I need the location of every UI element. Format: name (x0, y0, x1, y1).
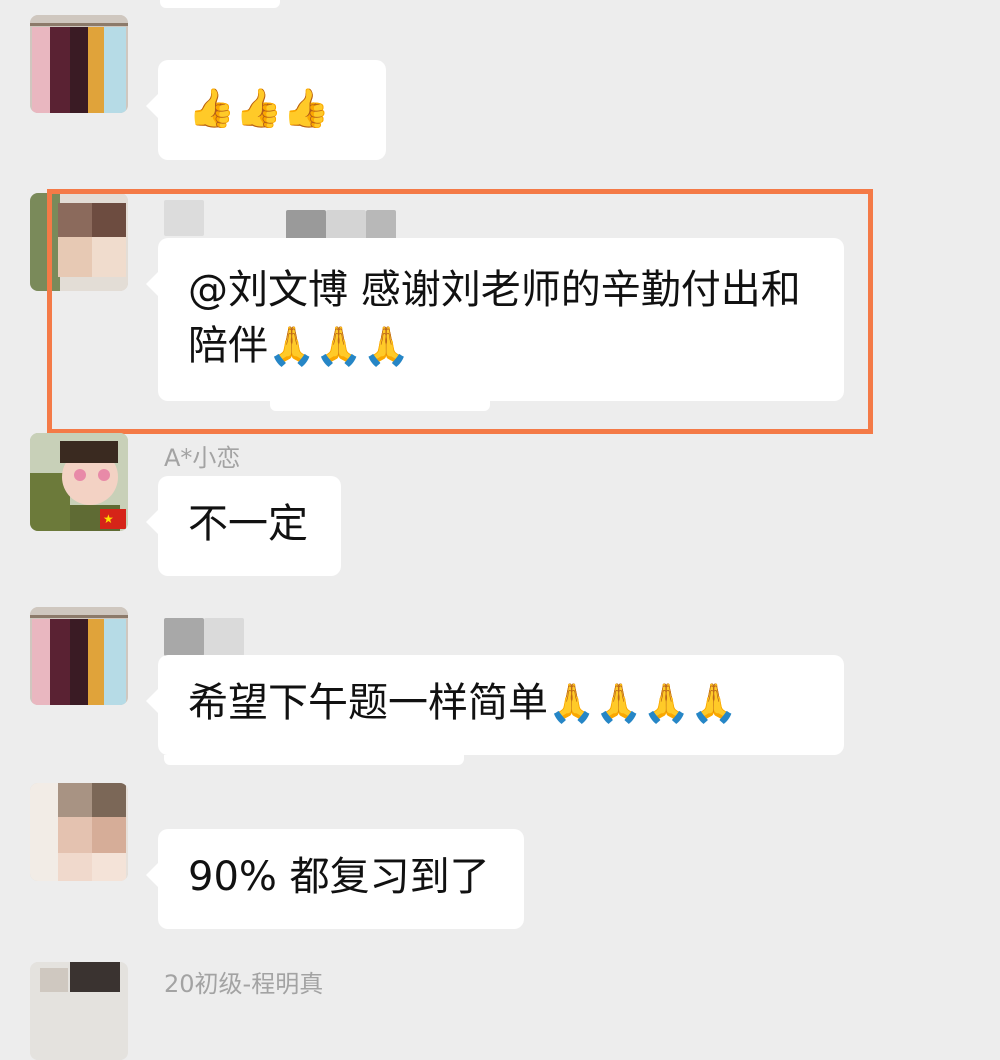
clothing-rack-avatar-image (30, 15, 128, 113)
pixelated-avatar-image (30, 193, 128, 291)
avatar[interactable] (30, 607, 128, 705)
avatar[interactable] (30, 193, 128, 291)
person-avatar-image (30, 962, 128, 1060)
bubble-tail (164, 755, 464, 765)
message-bubble[interactable]: 👍👍👍 (146, 60, 386, 160)
avatar[interactable] (30, 962, 128, 1060)
avatar[interactable] (30, 15, 128, 113)
clothing-rack-avatar-image (30, 607, 128, 705)
avatar[interactable]: ★ (30, 433, 128, 531)
bubble-tail (270, 401, 490, 411)
message-bubble[interactable]: 不一定 (146, 476, 341, 576)
blurred-name (204, 618, 244, 656)
pray-icon: 🙏🙏🙏 (268, 324, 410, 368)
message-text: 希望下午题一样简单 (188, 680, 548, 726)
blurred-name (164, 200, 204, 236)
avatar[interactable] (30, 783, 128, 881)
sender-name: 20初级-程明真 (164, 970, 324, 998)
previous-bubble-tail (160, 0, 280, 8)
message-text: 不一定 (188, 501, 308, 547)
message-text: 90% 都复习到了 (188, 854, 490, 900)
message-bubble[interactable]: 90% 都复习到了 (146, 829, 524, 929)
china-flag-icon: ★ (100, 509, 126, 529)
message-bubble[interactable]: @刘文博 感谢刘老师的辛勤付出和陪伴🙏🙏🙏 (146, 238, 844, 401)
pray-icon: 🙏🙏🙏🙏 (548, 681, 738, 725)
message-bubble[interactable]: 希望下午题一样简单🙏🙏🙏🙏 (146, 655, 844, 755)
sender-name: A*小恋 (164, 444, 241, 472)
thumbs-up-icon: 👍👍👍 (188, 86, 330, 130)
pixelated-avatar-image (30, 783, 128, 881)
blurred-name (164, 618, 204, 656)
